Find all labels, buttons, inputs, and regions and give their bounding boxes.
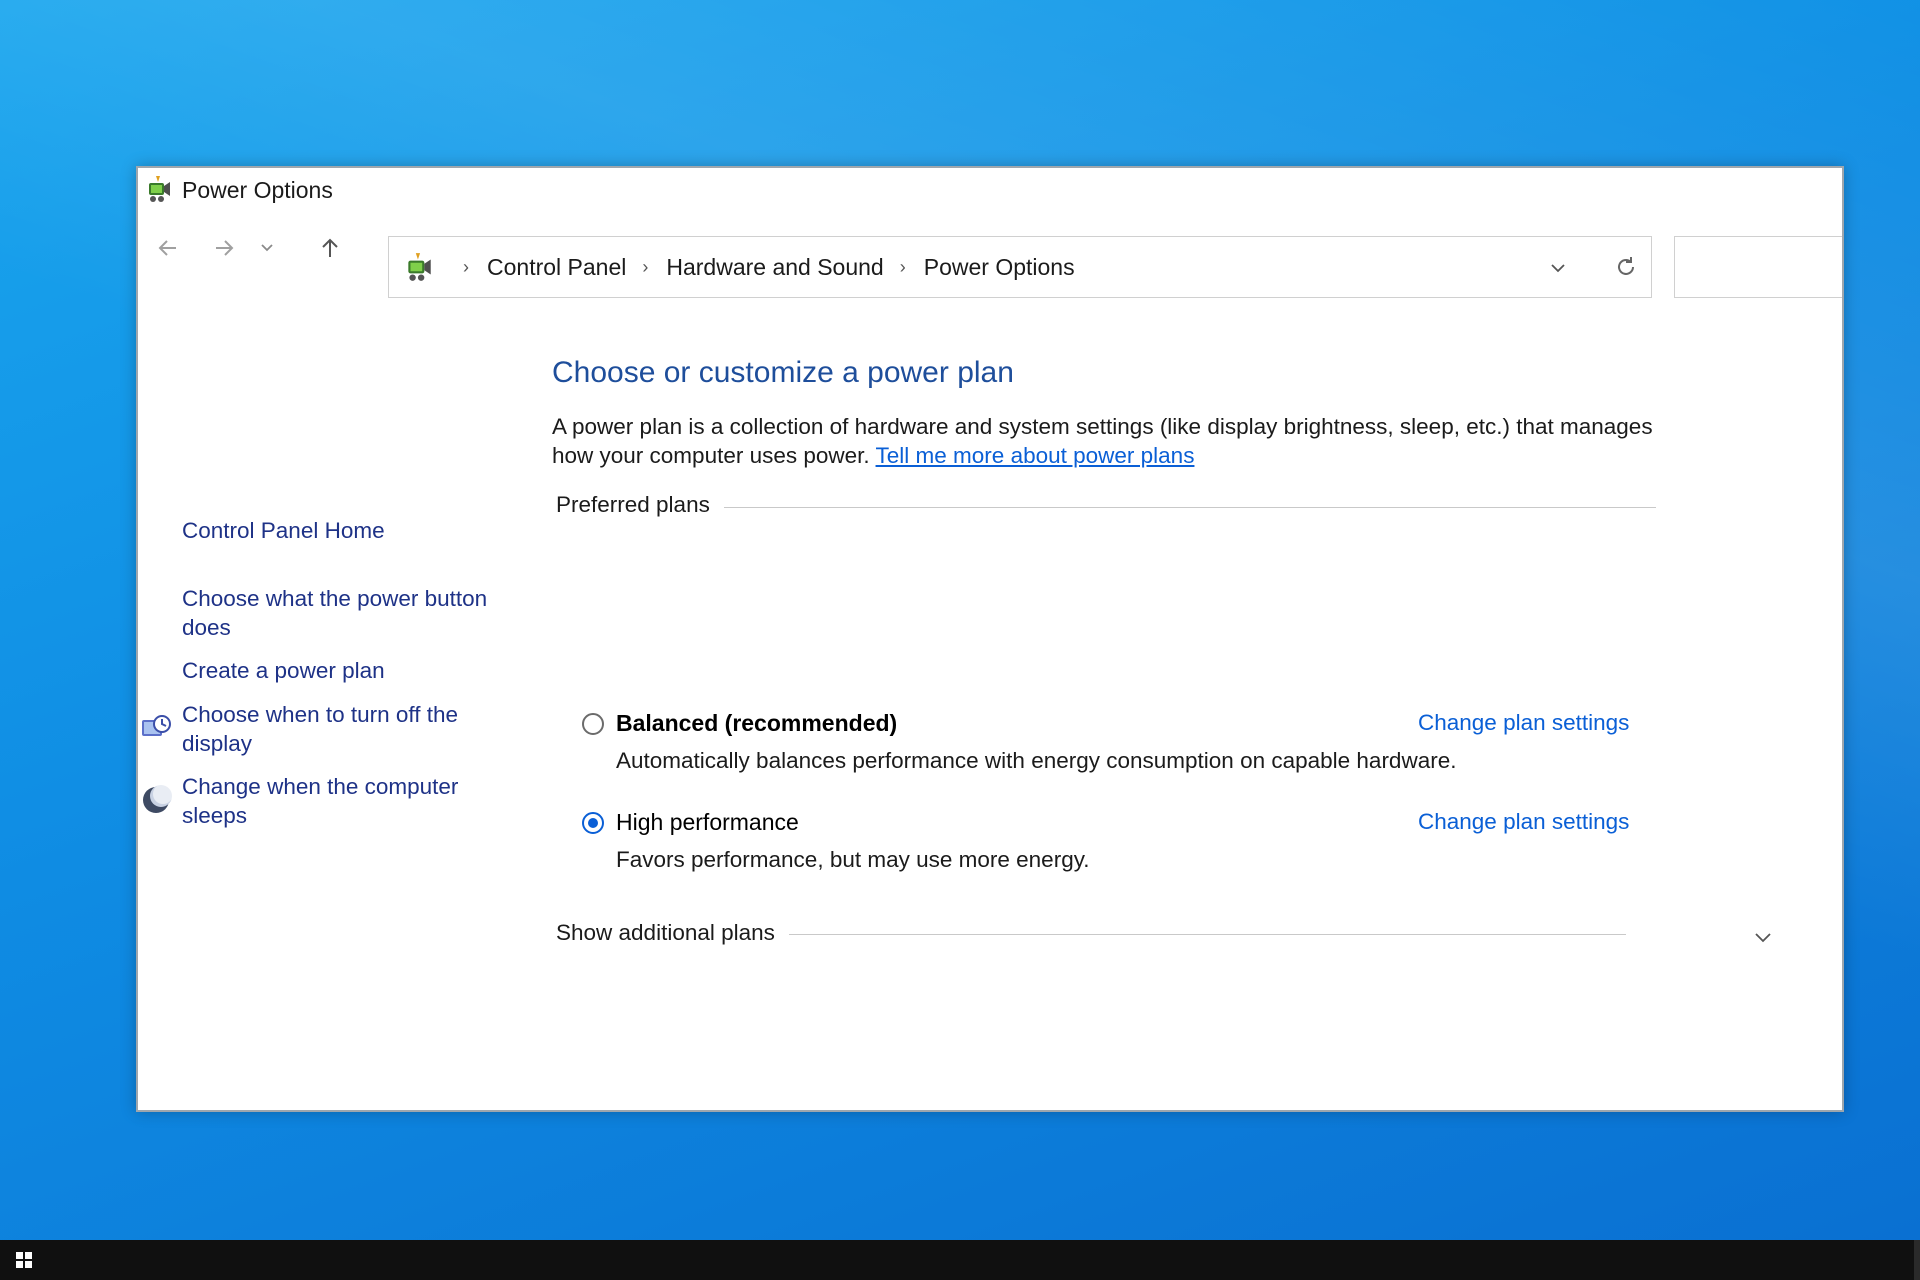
page-title: Choose or customize a power plan (552, 356, 1014, 389)
arrow-right-icon (216, 240, 234, 256)
show-additional-plans-toggle[interactable] (1748, 922, 1778, 952)
taskbar (0, 1240, 1920, 1280)
high-performance-plan-description: Favors performance, but may use more ene… (616, 847, 1090, 872)
recent-locations-button[interactable] (252, 228, 282, 268)
sidebar-item-power-button[interactable]: Choose what the power button does (182, 584, 502, 642)
balanced-plan-radio[interactable] (582, 713, 604, 735)
breadcrumb-separator: › (463, 256, 469, 277)
high-performance-plan-name[interactable]: High performance (616, 809, 799, 836)
high-performance-plan-radio[interactable] (582, 812, 604, 834)
search-input[interactable] (1674, 236, 1842, 298)
windows-logo-icon (16, 1252, 32, 1268)
show-desktop-strip[interactable] (1914, 1240, 1920, 1280)
window-title: Power Options (182, 177, 333, 203)
balanced-change-settings-link[interactable]: Change plan settings (1418, 710, 1629, 736)
display-timer-icon (142, 715, 171, 736)
start-button[interactable] (0, 1240, 48, 1280)
arrow-up-icon (322, 238, 338, 257)
high-performance-change-settings-link[interactable]: Change plan settings (1418, 809, 1629, 835)
arrow-left-icon (158, 240, 176, 256)
forward-button[interactable] (204, 228, 244, 268)
show-additional-plans-label[interactable]: Show additional plans (556, 920, 789, 946)
sidebar-item-turn-off-display[interactable]: Choose when to turn off the display (182, 700, 502, 758)
back-button[interactable] (148, 228, 188, 268)
moon-icon (143, 784, 172, 813)
up-button[interactable] (310, 228, 350, 268)
preferred-plans-label: Preferred plans (556, 492, 724, 518)
chevron-down-icon (1755, 933, 1771, 943)
sidebar-item-computer-sleeps[interactable]: Change when the computer sleeps (182, 772, 502, 830)
learn-more-link[interactable]: Tell me more about power plans (876, 443, 1195, 468)
page-description: A power plan is a collection of hardware… (552, 412, 1672, 470)
power-options-window: Power Options › Control Panel › Hardware… (136, 166, 1844, 1112)
balanced-plan-name[interactable]: Balanced (recommended) (616, 710, 897, 737)
power-options-icon (408, 253, 431, 281)
chevron-down-icon (261, 244, 273, 252)
main-content: Choose or customize a power plan A power… (552, 168, 1771, 1110)
preferred-plans-divider (560, 507, 1656, 508)
sidebar-item-create-plan[interactable]: Create a power plan (182, 656, 502, 685)
sidebar-item-control-panel-home[interactable]: Control Panel Home (182, 516, 502, 545)
power-options-icon (149, 176, 170, 202)
balanced-plan-description: Automatically balances performance with … (616, 748, 1457, 773)
